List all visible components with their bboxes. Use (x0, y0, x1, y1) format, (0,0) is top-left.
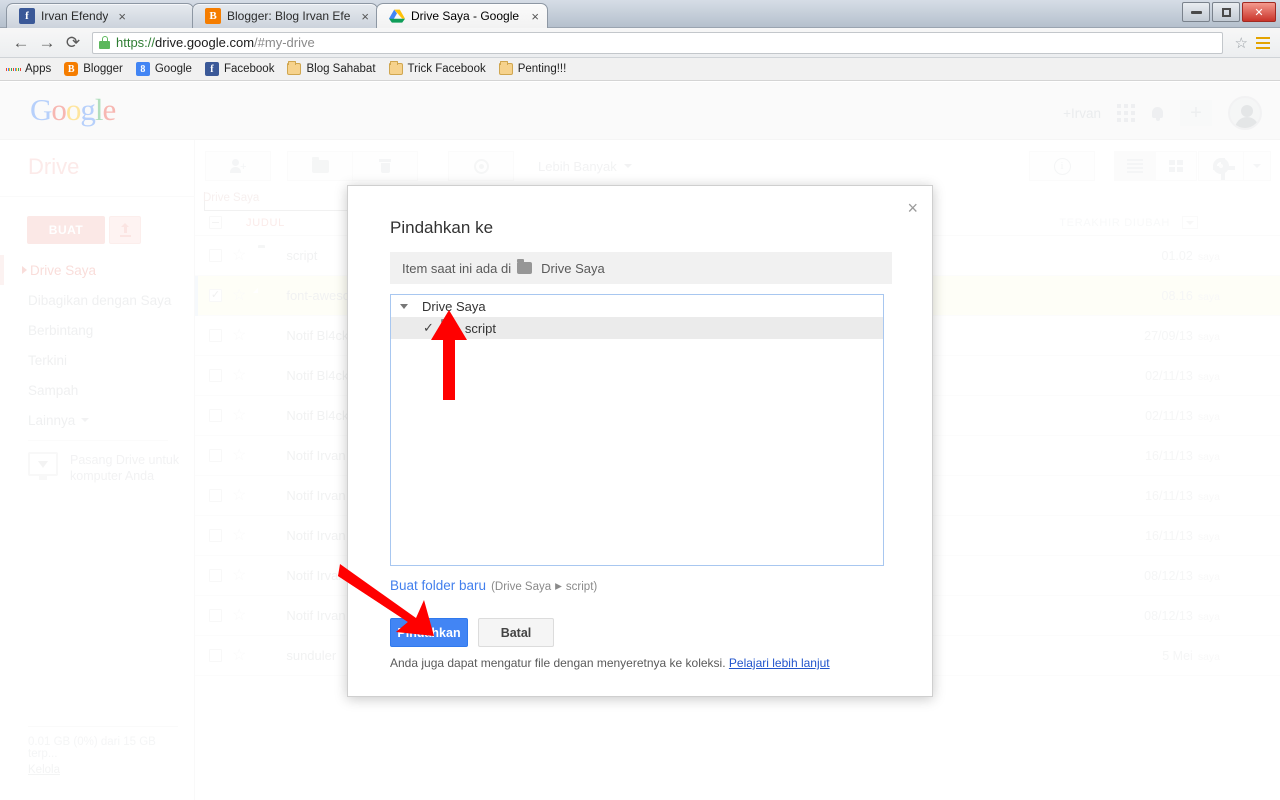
dialog-footer-text: Anda juga dapat mengatur file dengan men… (390, 656, 726, 670)
browser-tab-1[interactable]: f Irvan Efendy × (6, 3, 194, 28)
new-folder-row: Buat folder baru (Drive Saya ▸ script) (390, 578, 597, 594)
folder-tree[interactable]: Drive Saya ✓ script (390, 294, 884, 566)
bookmark-label: Blog Sahabat (306, 63, 376, 75)
reload-icon[interactable]: ⟳ (60, 30, 86, 56)
back-icon[interactable]: ← (8, 30, 34, 56)
facebook-icon: f (19, 8, 35, 24)
tab-close-icon[interactable]: × (531, 10, 539, 23)
bookmark-trick-facebook[interactable]: Trick Facebook (388, 61, 486, 76)
minimize-icon (1190, 10, 1202, 14)
url-host: drive.google.com (155, 35, 255, 50)
browser-tab-3-title: Drive Saya - Google Drive (411, 9, 521, 23)
tree-item-script[interactable]: ✓ script (391, 317, 883, 339)
current-location-folder: Drive Saya (541, 260, 605, 276)
forward-icon[interactable]: → (34, 30, 60, 56)
dialog-footer: Anda juga dapat mengatur file dengan men… (390, 656, 830, 670)
window-maximize-button[interactable] (1212, 2, 1240, 22)
browser-tab-2[interactable]: B Blogger: Blog Irvan Efend × (192, 3, 378, 28)
apps-grid-icon (6, 62, 20, 76)
browser-titlebar: f Irvan Efendy × B Blogger: Blog Irvan E… (0, 0, 1280, 28)
bookmark-label: Trick Facebook (407, 63, 486, 75)
close-icon[interactable]: × (907, 199, 918, 217)
tree-item-label: Drive Saya (422, 298, 486, 314)
chevron-down-icon[interactable] (400, 303, 408, 309)
google-drive-icon (389, 8, 405, 24)
bookmark-penting[interactable]: Penting!!! (498, 61, 567, 76)
folder-icon (287, 61, 302, 76)
bookmark-blog-sahabat[interactable]: Blog Sahabat (287, 61, 376, 76)
chrome-menu-icon[interactable] (1254, 36, 1272, 49)
folder-icon (440, 319, 456, 334)
move-to-dialog: × Pindahkan ke Item saat ini ada di Driv… (347, 185, 933, 697)
blogger-icon: B (205, 8, 221, 24)
new-folder-link[interactable]: Buat folder baru (390, 578, 486, 593)
page-content: Google +Irvan + Drive BUAT Drive Saya Di… (0, 82, 1280, 800)
window-minimize-button[interactable] (1182, 2, 1210, 22)
bookmark-facebook[interactable]: f Facebook (204, 62, 275, 76)
facebook-icon: f (204, 62, 219, 76)
browser-tab-2-title: Blogger: Blog Irvan Efend (227, 9, 352, 23)
bookmark-apps[interactable]: Apps (6, 62, 51, 76)
move-button[interactable]: Pindahkan (390, 618, 468, 647)
google-plus-icon: 8 (135, 62, 150, 76)
bookmark-label: Penting!!! (517, 63, 567, 75)
bookmark-label: Facebook (223, 63, 275, 75)
tab-close-icon[interactable]: × (361, 10, 369, 23)
bookmark-blogger[interactable]: B Blogger (64, 62, 123, 76)
tree-item-label: script (464, 320, 496, 336)
bookmark-label: Blogger (83, 63, 123, 75)
tree-item-drive-saya[interactable]: Drive Saya (391, 295, 883, 317)
window-close-button[interactable]: ✕ (1242, 2, 1276, 22)
folder-icon (388, 61, 403, 76)
cancel-button[interactable]: Batal (478, 618, 554, 647)
maximize-icon (1221, 7, 1231, 17)
browser-tab-3[interactable]: Drive Saya - Google Drive × (376, 3, 548, 28)
bookmark-google[interactable]: 8 Google (135, 62, 192, 76)
folder-icon (498, 61, 513, 76)
bookmark-label: Apps (25, 63, 52, 75)
lock-icon (99, 36, 110, 49)
browser-tabstrip: f Irvan Efendy × B Blogger: Blog Irvan E… (6, 2, 548, 28)
url-scheme: https:// (116, 35, 156, 50)
dialog-title: Pindahkan ke (390, 218, 494, 237)
current-location-bar: Item saat ini ada di Drive Saya (390, 252, 892, 284)
bookmark-label: Google (154, 63, 192, 75)
address-bar[interactable]: https://drive.google.com/#my-drive (92, 31, 1223, 54)
folder-icon (517, 259, 533, 274)
path-separator-icon: ▸ (555, 578, 562, 593)
browser-tab-1-title: Irvan Efendy (41, 9, 109, 23)
current-location-prefix: Item saat ini ada di (402, 260, 512, 276)
bookmarks-bar: Apps B Blogger 8 Google f Facebook Blog … (0, 58, 1280, 81)
url-path: /#my-drive (254, 35, 315, 50)
learn-more-link[interactable]: Pelajari lebih lanjut (729, 656, 830, 670)
tab-close-icon[interactable]: × (118, 10, 126, 23)
check-icon: ✓ (423, 320, 434, 335)
new-folder-path-open: (Drive Saya (491, 581, 552, 593)
new-folder-path-close: script) (565, 581, 598, 593)
browser-navbar: ← → ⟳ https://drive.google.com/#my-drive… (0, 28, 1280, 58)
dialog-buttons: Pindahkan Batal (390, 618, 554, 647)
bookmark-star-icon[interactable]: ☆ (1229, 34, 1254, 52)
blogger-icon: B (64, 62, 79, 76)
window-controls: ✕ (1180, 2, 1276, 24)
